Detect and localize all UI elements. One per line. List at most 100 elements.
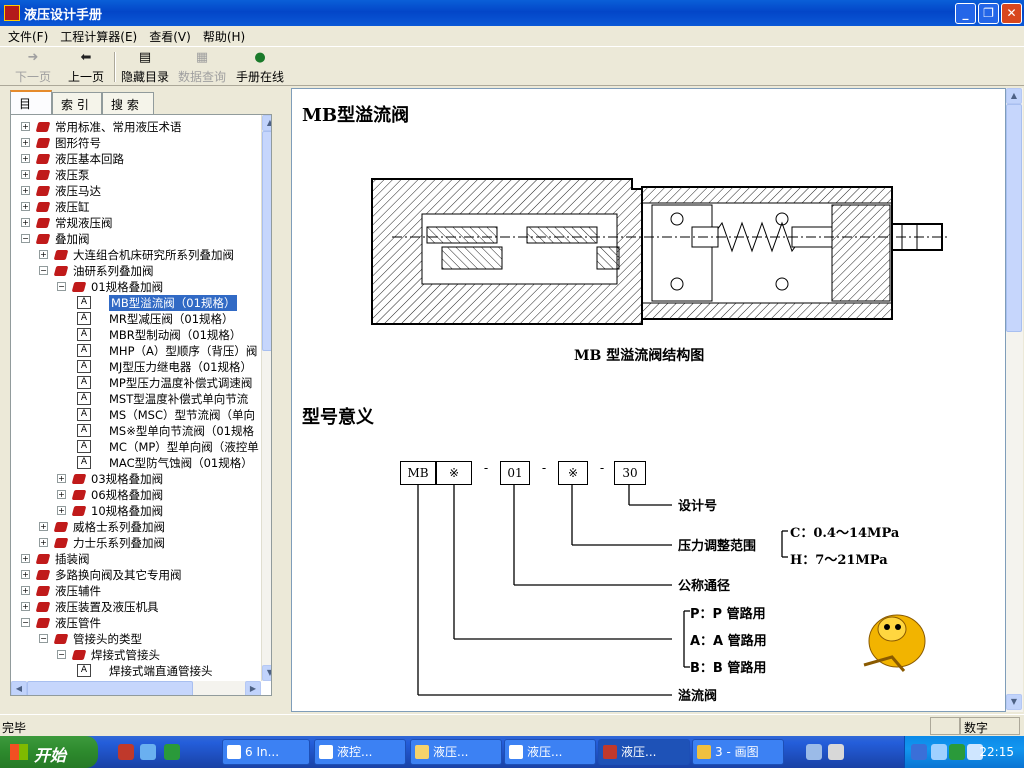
prev-page-button[interactable]: ⬅ 上一页 — [64, 50, 108, 84]
expand-icon[interactable]: + — [21, 586, 30, 595]
mascot-icon[interactable] — [852, 599, 942, 679]
tree-folder-item[interactable]: − 油研系列叠加阀 — [11, 263, 261, 279]
quicklaunch-umbrella-icon[interactable] — [164, 744, 180, 760]
menu-file[interactable]: 文件(F) — [2, 26, 54, 47]
tree-topic-item[interactable]: A MR型减压阀（01规格） — [11, 311, 261, 327]
hide-toc-button[interactable]: ▤ 隐藏目录 — [120, 50, 170, 84]
expand-icon[interactable]: + — [39, 250, 48, 259]
tree-folder-item[interactable]: + 常规液压阀 — [11, 215, 261, 231]
expand-icon[interactable]: + — [39, 538, 48, 547]
tree-folder-item[interactable]: + 插装阀 — [11, 551, 261, 567]
tree-topic-item[interactable]: A MB型溢流阀（01规格） — [11, 295, 261, 311]
tree-folder-item[interactable]: + 力士乐系列叠加阀 — [11, 535, 261, 551]
tray-umbrella-icon[interactable] — [949, 744, 965, 760]
tab-search[interactable]: 搜 索 — [102, 92, 154, 114]
collapse-icon[interactable]: − — [39, 634, 48, 643]
menu-help[interactable]: 帮助(H) — [197, 26, 251, 47]
online-button[interactable]: ● 手册在线 — [234, 50, 286, 84]
tree-topic-item[interactable]: A MAC型防气蚀阀（01规格） — [11, 455, 261, 471]
task-paint[interactable]: 3 - 画图 — [692, 739, 784, 765]
quicklaunch-network-icon[interactable] — [140, 744, 156, 760]
tree-topic-item[interactable]: A MJ型压力继电器（01规格） — [11, 359, 261, 375]
tree-folder-item[interactable]: + 威格士系列叠加阀 — [11, 519, 261, 535]
start-button[interactable]: 开始 — [0, 736, 98, 768]
scroll-left-icon[interactable]: ◀ — [11, 681, 27, 695]
tree-folder-item[interactable]: + 液压装置及液压机具 — [11, 599, 261, 615]
scroll-down-icon[interactable]: ▼ — [1006, 694, 1022, 710]
expand-icon[interactable]: + — [39, 522, 48, 531]
expand-icon[interactable]: + — [57, 506, 66, 515]
help-icon[interactable] — [828, 744, 844, 760]
tree-topic-item[interactable]: A MS（MSC）型节流阀（单向 — [11, 407, 261, 423]
content-scroll-thumb[interactable] — [1006, 104, 1022, 332]
tree-folder-item[interactable]: − 管接头的类型 — [11, 631, 261, 647]
tray-network-icon[interactable] — [931, 744, 947, 760]
tab-contents[interactable]: 目 录 — [10, 90, 52, 128]
tree-folder-item[interactable]: + 多路换向阀及其它专用阀 — [11, 567, 261, 583]
data-query-button[interactable]: ▦ 数据查询 — [176, 50, 228, 84]
expand-icon[interactable]: + — [21, 186, 30, 195]
menu-view[interactable]: 查看(V) — [143, 26, 197, 47]
tree-folder-item[interactable]: + 大连组合机床研究所系列叠加阀 — [11, 247, 261, 263]
task-doc[interactable]: 液压... — [504, 739, 596, 765]
tree-vertical-scrollbar[interactable]: ▲ ▼ — [261, 115, 271, 681]
quicklaunch-app-icon[interactable] — [118, 744, 134, 760]
next-page-button[interactable]: ➜ 下一页 — [10, 50, 56, 84]
tree-folder-item[interactable]: +03规格叠加阀 — [11, 471, 261, 487]
tree-topic-item[interactable]: A MBR型制动阀（01规格） — [11, 327, 261, 343]
tree-topic-item[interactable]: A 焊接式端直通管接头 — [11, 663, 261, 679]
content-vertical-scrollbar[interactable]: ▲ ▼ — [1006, 88, 1023, 712]
scroll-thumb[interactable] — [262, 131, 271, 351]
tree-folder-item[interactable]: − 焊接式管接头 — [11, 647, 261, 663]
collapse-icon[interactable]: − — [21, 618, 30, 627]
expand-icon[interactable]: + — [57, 490, 66, 499]
app-icon[interactable] — [4, 5, 20, 21]
tree-folder-item[interactable]: + 液压辅件 — [11, 583, 261, 599]
collapse-icon[interactable]: − — [39, 266, 48, 275]
expand-icon[interactable]: + — [21, 202, 30, 211]
tree-folder-item[interactable]: + 液压泵 — [11, 167, 261, 183]
task-folder[interactable]: 液压... — [410, 739, 502, 765]
tab-index[interactable]: 索 引 — [52, 92, 102, 114]
tree-folder-item[interactable]: − 叠加阀 — [11, 231, 261, 247]
scroll-up-icon[interactable]: ▲ — [262, 115, 271, 131]
collapse-icon[interactable]: − — [21, 234, 30, 243]
hscroll-thumb[interactable] — [27, 681, 193, 695]
task-hydraulic-manual[interactable]: 液压... — [598, 739, 690, 765]
tree-topic-item[interactable]: A MST型温度补偿式单向节流 — [11, 391, 261, 407]
expand-icon[interactable]: + — [21, 602, 30, 611]
tree-folder-item[interactable]: + 液压基本回路 — [11, 151, 261, 167]
expand-icon[interactable]: + — [21, 138, 30, 147]
expand-icon[interactable]: + — [21, 218, 30, 227]
expand-icon[interactable]: + — [21, 154, 30, 163]
close-button[interactable]: ✕ — [1001, 3, 1022, 24]
tree-folder-item[interactable]: + 常用标准、常用液压术语 — [11, 119, 261, 135]
tree-topic-item[interactable]: A MS※型单向节流阀（01规格 — [11, 423, 261, 439]
tray-expand-icon[interactable] — [911, 744, 927, 760]
expand-icon[interactable]: + — [57, 474, 66, 483]
scroll-down-icon[interactable]: ▼ — [262, 665, 271, 681]
task-ie[interactable]: 6 In... — [222, 739, 310, 765]
minimize-button[interactable]: _ — [955, 3, 976, 24]
tree-horizontal-scrollbar[interactable]: ◀ ▶ — [11, 681, 261, 695]
tree-folder-item[interactable]: +06规格叠加阀 — [11, 487, 261, 503]
scroll-right-icon[interactable]: ▶ — [245, 681, 261, 695]
scroll-up-icon[interactable]: ▲ — [1006, 88, 1022, 104]
tree-folder-item[interactable]: − 01规格叠加阀 — [11, 279, 261, 295]
restore-button[interactable]: ❐ — [978, 3, 999, 24]
tree-folder-item[interactable]: + 液压马达 — [11, 183, 261, 199]
collapse-icon[interactable]: − — [57, 282, 66, 291]
expand-icon[interactable]: + — [21, 570, 30, 579]
tree-topic-item[interactable]: A MP型压力温度补偿式调速阀 — [11, 375, 261, 391]
expand-icon[interactable]: + — [21, 122, 30, 131]
tree-topic-item[interactable]: A MC（MP）型单向阀（液控单 — [11, 439, 261, 455]
tree-folder-item[interactable]: + 液压缸 — [11, 199, 261, 215]
tree-topic-item[interactable]: A MHP（A）型顺序（背压）阀 — [11, 343, 261, 359]
keyboard-icon[interactable] — [806, 744, 822, 760]
expand-icon[interactable]: + — [21, 170, 30, 179]
collapse-icon[interactable]: − — [57, 650, 66, 659]
menu-calculator[interactable]: 工程计算器(E) — [54, 26, 143, 47]
task-word-1[interactable]: 液控... — [314, 739, 406, 765]
tree-folder-item[interactable]: − 液压管件 — [11, 615, 261, 631]
expand-icon[interactable]: + — [21, 554, 30, 563]
